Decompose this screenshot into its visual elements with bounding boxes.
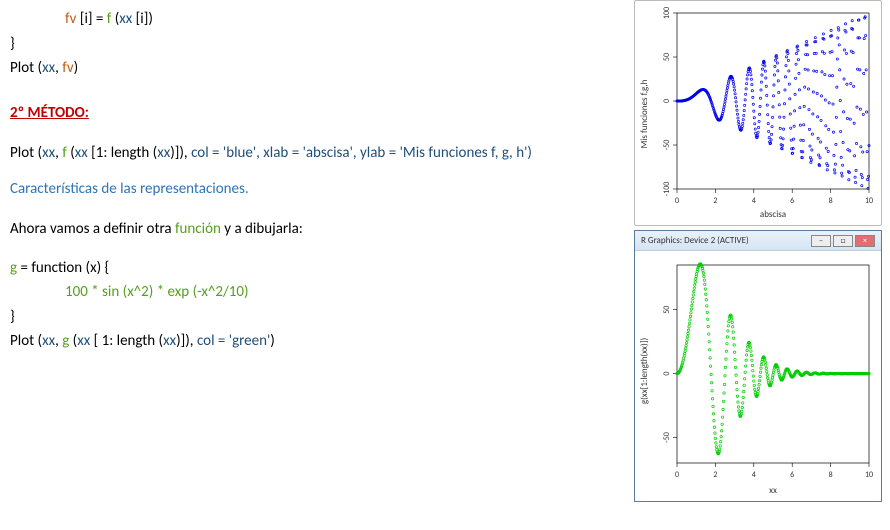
heading-method2: 2º MÉTODO: <box>10 104 615 122</box>
plot-frame-2 <box>677 265 869 463</box>
window-buttons: – □ × <box>811 235 875 247</box>
window-title: R Graphics: Device 2 (ACTIVE) <box>641 235 749 246</box>
svg-text:6: 6 <box>790 470 794 480</box>
ylabel-2: g(xx[1:length(xx)]) <box>639 338 650 405</box>
svg-text:50: 50 <box>662 53 672 61</box>
svg-text:0: 0 <box>662 99 672 103</box>
close-button[interactable]: × <box>855 235 875 247</box>
chart-f-blue: Mis funciones f,g,h -100 -50 0 50 100 0 2 4 6 8 1… <box>634 0 882 226</box>
code-line: fv [i] = f (xx [i]) <box>65 8 615 31</box>
svg-text:4: 4 <box>752 470 756 480</box>
svg-text:-100: -100 <box>662 182 672 197</box>
svg-text:8: 8 <box>829 470 833 480</box>
method2-code: Plot (xx, f (xx [1: length (xx)]), col =… <box>10 142 615 165</box>
window-titlebar: R Graphics: Device 2 (ACTIVE) – □ × <box>635 231 881 251</box>
code-line: Plot (xx, fv) <box>10 57 615 80</box>
svg-text:2: 2 <box>713 470 717 480</box>
chart-g-green: g(xx[1:length(xx)]) -50 0 50 0 2 4 6 8 10 xx <box>635 251 881 501</box>
var-fv: fv <box>65 10 76 28</box>
code-line: 100 * sin (x^2) * exp (-x^2/10) <box>65 281 615 304</box>
code-line: g = function (x) { <box>10 257 615 280</box>
code-line: } <box>10 33 615 56</box>
xlabel-2: xx <box>769 485 777 496</box>
minimize-button[interactable]: – <box>811 235 831 247</box>
para-define-function: Ahora vamos a definir otra función y a d… <box>10 218 615 241</box>
chart-g-window: R Graphics: Device 2 (ACTIVE) – □ × g(xx… <box>634 230 882 502</box>
svg-text:4: 4 <box>752 196 756 206</box>
svg-text:100: 100 <box>662 7 672 19</box>
code-line: } <box>10 306 615 329</box>
document-text-column: fv [i] = f (xx [i]) } Plot (xx, fv) 2º M… <box>0 0 625 361</box>
svg-text:6: 6 <box>790 196 794 206</box>
var-xx: xx <box>119 10 132 28</box>
charts-column: Mis funciones f,g,h -100-50050100 024681… <box>634 0 890 502</box>
svg-text:8: 8 <box>829 196 833 206</box>
svg-text:-50: -50 <box>662 140 672 151</box>
svg-text:0: 0 <box>662 372 672 376</box>
svg-text:0: 0 <box>675 470 679 480</box>
xlabel-1: abscisa <box>760 209 786 220</box>
chart-svg-2: g(xx[1:length(xx)]) -50 0 50 0 2 4 6 8 10 xx <box>635 251 881 501</box>
svg-text:10: 10 <box>865 470 873 480</box>
svg-text:10: 10 <box>865 196 873 206</box>
maximize-button[interactable]: □ <box>833 235 853 247</box>
svg-text:0: 0 <box>675 196 679 206</box>
chart-svg-1: Mis funciones f,g,h -100 -50 0 50 100 0 2 4 6 8 1… <box>635 1 883 227</box>
plot-frame-1 <box>677 13 869 189</box>
code-line: Plot (xx, g (xx [ 1: length (xx)]), col … <box>10 330 615 353</box>
ylabel-1: Mis funciones f,g,h <box>639 79 650 148</box>
svg-text:50: 50 <box>662 306 672 314</box>
caracteristicas-text: Características de las representaciones. <box>10 180 615 198</box>
svg-text:-50: -50 <box>662 432 672 443</box>
svg-text:2: 2 <box>713 196 717 206</box>
